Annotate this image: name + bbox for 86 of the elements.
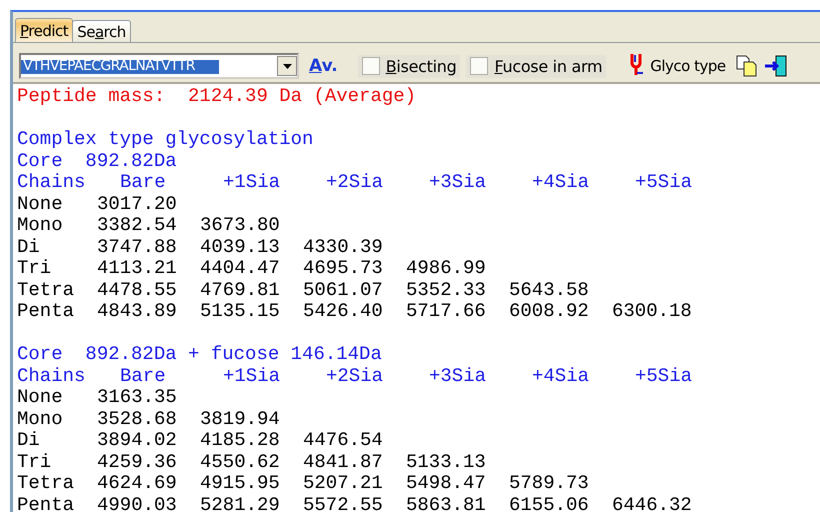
mass-value: 5135.15 (200, 301, 281, 322)
tab[interactable]: Predict (15, 18, 74, 42)
dropdown-button[interactable] (277, 56, 297, 76)
chain-label: Di (17, 430, 41, 452)
mass-value: 6155.06 (509, 494, 590, 512)
mass-value: 3382.54 (97, 215, 178, 236)
mass-value: 5207.21 (303, 473, 384, 494)
chain-label: None (17, 387, 64, 408)
chain-label: Tetra (17, 280, 76, 301)
checkbox[interactable] (470, 57, 488, 75)
chain-label: Tetra (17, 473, 76, 494)
mass-value: 4113.21 (97, 258, 178, 280)
column-header: Chains (17, 172, 86, 194)
mass-value: 5061.07 (303, 280, 384, 301)
mass-value: 4624.69 (97, 473, 178, 494)
mass-value: 5426.40 (303, 301, 384, 322)
mass-value: 4915.95 (200, 473, 281, 494)
column-header: +2Sia (325, 172, 384, 194)
mass-value: 6446.32 (612, 494, 693, 512)
mass-value: 4476.54 (303, 430, 384, 452)
fork-icon[interactable] (630, 54, 644, 78)
column-header: +1Sia (222, 172, 282, 194)
mass-value: 3528.68 (97, 408, 178, 430)
mass-value: 5643.58 (509, 280, 590, 301)
column-header: +2Sia (325, 366, 384, 387)
chain-label: Mono (17, 215, 64, 236)
column-header: +5Sia (634, 366, 694, 387)
glyco-type-label: Glyco type (650, 57, 726, 75)
chain-label: Mono (17, 408, 64, 430)
chain-label: Tri (17, 258, 52, 280)
checkbox[interactable] (362, 57, 380, 75)
mass-value: 6008.92 (509, 301, 590, 322)
column-header: +5Sia (634, 172, 694, 194)
column-header: Bare (119, 172, 167, 194)
chain-label: Di (17, 236, 41, 258)
caret-icon (282, 64, 292, 68)
mass-value: 4185.28 (200, 430, 281, 452)
column-header: +3Sia (428, 172, 488, 194)
mass-value: 5789.73 (509, 473, 590, 494)
mass-value: 5717.66 (406, 301, 487, 322)
mass-value: 5498.47 (406, 473, 487, 494)
mass-value: 4695.73 (303, 258, 384, 280)
column-header: Chains (17, 366, 86, 387)
column-header: +3Sia (428, 366, 488, 387)
mass-value: 4259.36 (97, 452, 178, 473)
mass-value: 5281.29 (200, 494, 281, 512)
mass-value: 4478.55 (97, 280, 178, 301)
option-checkbox[interactable]: Fucose in arm (466, 54, 606, 78)
chain-label: Penta (17, 301, 76, 322)
tab[interactable]: Search (72, 20, 131, 42)
peptide-mass-text: Peptide mass: 2124.39 Da (Average) (17, 86, 418, 108)
mass-value: 4039.13 (200, 236, 281, 258)
mass-value: 5863.81 (406, 494, 487, 512)
mass-value: 4986.99 (406, 258, 487, 280)
mass-value: 4841.87 (303, 452, 384, 473)
sequence-combo[interactable]: VTHVEPAECGRALNATVTTR (19, 53, 299, 79)
option-checkbox[interactable]: Bisecting (358, 54, 460, 78)
core-mass-text: Core 892.82Da (17, 150, 178, 172)
mass-value: 4843.89 (97, 301, 178, 322)
mass-value: 5572.55 (303, 494, 384, 512)
chain-label: Penta (17, 494, 76, 512)
mass-value: 3819.94 (200, 408, 281, 430)
mass-value: 6300.18 (612, 301, 693, 322)
mass-value: 3673.80 (200, 215, 281, 236)
mass-value: 3894.02 (97, 430, 178, 452)
mass-value: 4330.39 (303, 236, 384, 258)
column-header: +1Sia (222, 366, 282, 387)
average-mass-link[interactable]: Av. (309, 56, 338, 76)
column-header: +4Sia (531, 172, 590, 194)
glycosylation-heading: Complex type glycosylation (17, 129, 314, 150)
mass-value: 3017.20 (97, 194, 178, 215)
column-header: +4Sia (531, 366, 590, 387)
mass-value: 4990.03 (97, 494, 178, 512)
column-header: Bare (119, 366, 167, 387)
copy-icon[interactable] (736, 55, 758, 77)
mass-value: 3163.35 (97, 387, 178, 408)
core-mass-text: Core 892.82Da + fucose 146.14Da (17, 344, 383, 366)
exit-door-icon[interactable] (764, 54, 788, 78)
mass-value: 5133.13 (406, 452, 487, 473)
mass-value: 4404.47 (200, 258, 281, 280)
mass-value: 5352.33 (406, 280, 487, 301)
mass-value: 4550.62 (200, 452, 281, 473)
chain-label: Tri (17, 452, 52, 473)
chain-label: None (17, 194, 64, 215)
mass-value: 3747.88 (97, 236, 178, 258)
mass-value: 4769.81 (200, 280, 281, 301)
